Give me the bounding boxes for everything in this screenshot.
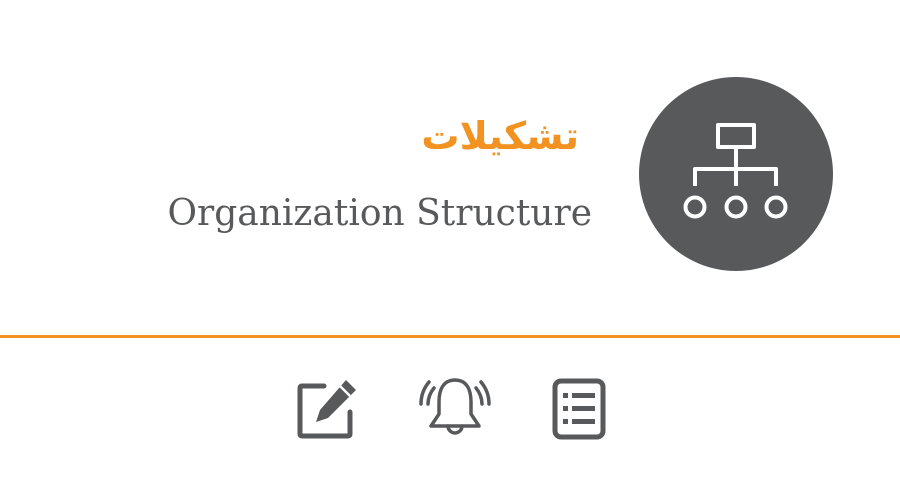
edit-button[interactable] [288,370,364,446]
page-title-en: Organization Structure [167,193,593,234]
section-divider [0,335,900,338]
toolbar [0,370,900,450]
notifications-button[interactable] [417,370,493,446]
edit-icon [297,380,356,439]
page-title-fa: تشکیلات [421,114,579,158]
org-chart-badge [639,77,833,271]
list-button[interactable] [541,370,617,446]
bell-icon [419,378,491,435]
org-chart-icon [683,123,788,219]
list-icon [552,378,606,440]
